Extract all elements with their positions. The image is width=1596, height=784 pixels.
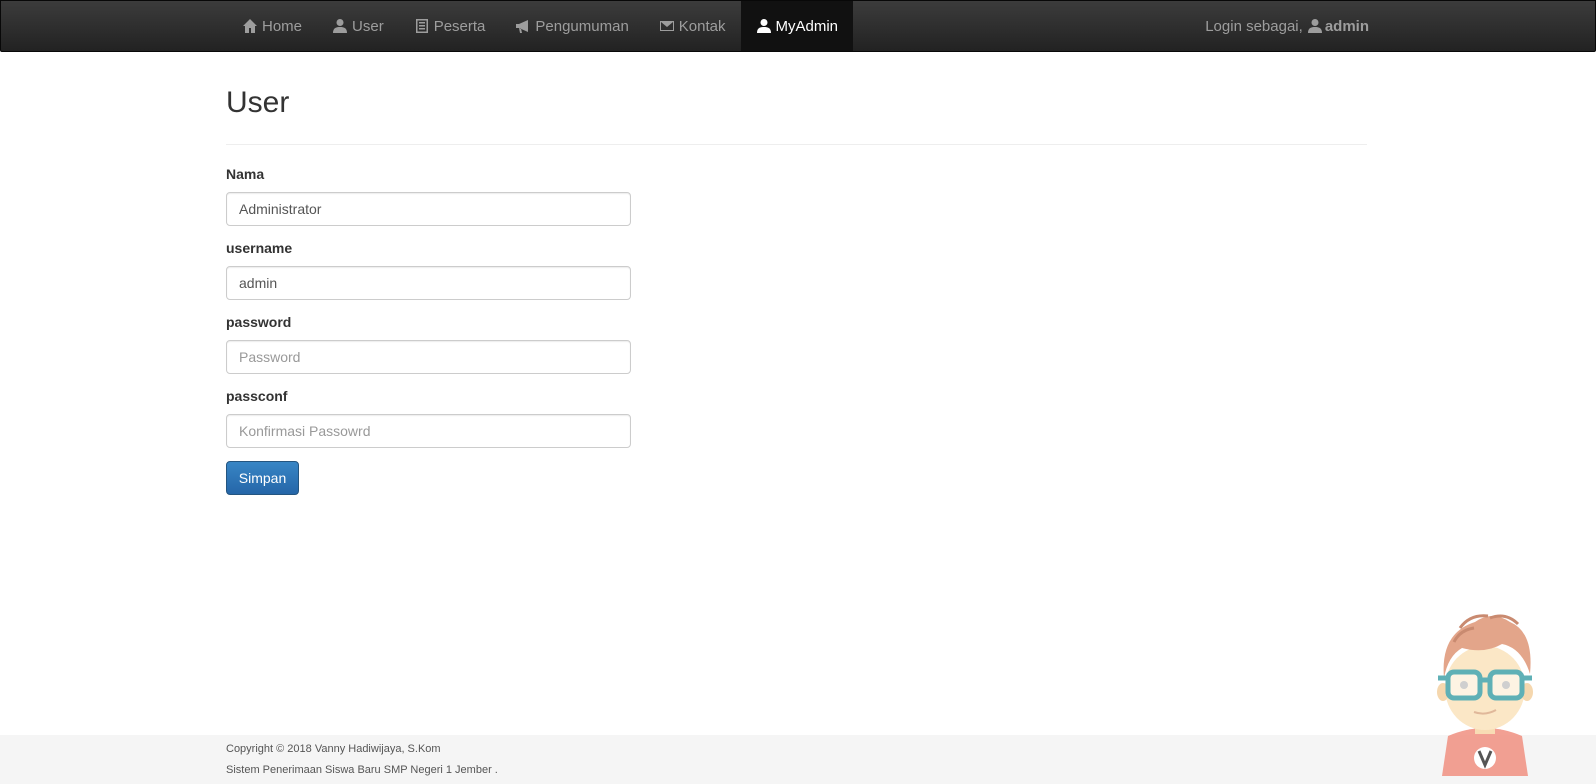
nav-item-user[interactable]: User bbox=[317, 1, 399, 51]
nav-item-home[interactable]: Home bbox=[227, 1, 317, 51]
login-username[interactable]: admin bbox=[1325, 18, 1369, 35]
user-icon bbox=[756, 18, 772, 34]
passconf-input[interactable] bbox=[226, 414, 631, 448]
nama-label: Nama bbox=[226, 166, 265, 182]
user-icon bbox=[332, 18, 348, 34]
envelope-icon bbox=[659, 18, 675, 34]
nav-item-label: Pengumuman bbox=[535, 17, 629, 35]
page-title: User bbox=[226, 86, 290, 119]
bullhorn-icon bbox=[515, 18, 531, 34]
nav-item-label: Peserta bbox=[433, 17, 486, 35]
form-group-username: username bbox=[226, 240, 631, 300]
password-label: password bbox=[226, 314, 292, 330]
footer-system-name: Sistem Penerimaan Siswa Baru SMP Negeri … bbox=[226, 764, 498, 776]
main-nav: Home User Peserta Pengumuman Kontak MyAd… bbox=[227, 1, 854, 51]
nama-input[interactable] bbox=[226, 192, 631, 226]
list-icon bbox=[414, 18, 430, 34]
nav-item-kontak[interactable]: Kontak bbox=[644, 1, 741, 51]
header-divider bbox=[226, 144, 1367, 145]
passconf-label: passconf bbox=[226, 388, 288, 404]
username-input[interactable] bbox=[226, 266, 631, 300]
simpan-button[interactable]: Simpan bbox=[226, 461, 299, 495]
form-group-password: password bbox=[226, 314, 631, 374]
nav-item-label: Kontak bbox=[678, 17, 726, 35]
form-group-nama: Nama bbox=[226, 166, 631, 226]
top-navbar: Home User Peserta Pengumuman Kontak MyAd… bbox=[0, 0, 1596, 52]
form-group-passconf: passconf bbox=[226, 388, 631, 448]
login-prefix: Login sebagai, bbox=[1205, 17, 1303, 35]
nav-item-label: MyAdmin bbox=[775, 17, 839, 35]
nav-item-peserta[interactable]: Peserta bbox=[399, 1, 501, 51]
login-status: Login sebagai, admin bbox=[1205, 1, 1369, 51]
home-icon bbox=[242, 18, 258, 34]
footer-copyright: Copyright © 2018 Vanny Hadiwijaya, S.Kom bbox=[226, 743, 441, 755]
nav-item-myadmin[interactable]: MyAdmin bbox=[740, 1, 854, 51]
nav-item-label: Home bbox=[262, 17, 303, 35]
footer: Copyright © 2018 Vanny Hadiwijaya, S.Kom… bbox=[0, 735, 1596, 784]
user-icon bbox=[1307, 18, 1323, 34]
mascot-avatar-illustration bbox=[1437, 614, 1533, 776]
nav-item-label: User bbox=[352, 17, 384, 35]
nav-item-pengumuman[interactable]: Pengumuman bbox=[500, 1, 643, 51]
password-input[interactable] bbox=[226, 340, 631, 374]
username-label: username bbox=[226, 240, 293, 256]
